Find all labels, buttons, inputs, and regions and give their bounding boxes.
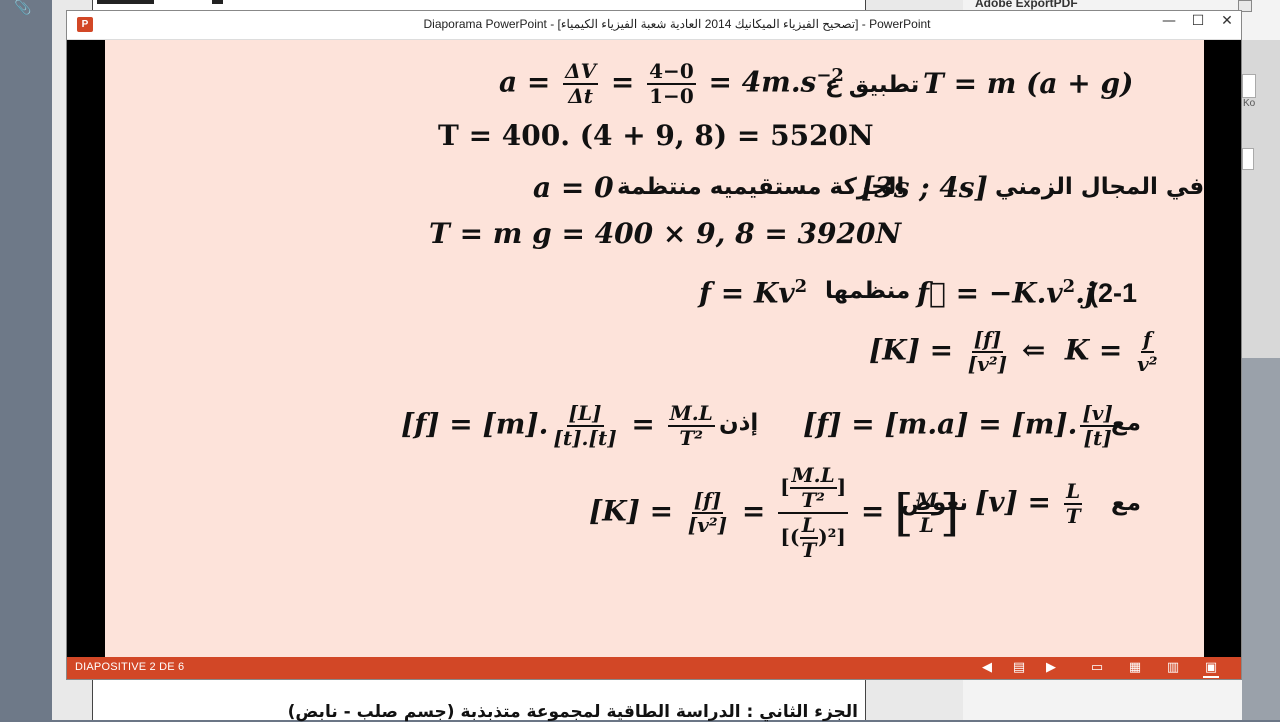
eq-acceleration: a = ΔV Δt = 4−0 1−0 = 4m.s−2 (499, 59, 844, 108)
then-label: إذن (719, 410, 759, 436)
var-a: a (499, 65, 518, 99)
question-number: (2-1 (1089, 278, 1138, 308)
uniform-motion-label: الحركة مستقيميه منتظمة (617, 174, 905, 200)
eq-friction-magnitude: f = Kv2 (699, 276, 808, 310)
eq-friction-vector: f⃗ = −K.v2.j (917, 276, 1096, 310)
eq-force-dimension: [f] = [m.a] = [m]. [v] [t] (803, 401, 1115, 450)
accel-result: 4m.s (741, 65, 817, 99)
side-panel-title[interactable]: Adobe ExportPDF (975, 0, 1078, 10)
side-panel-field-2[interactable] (1242, 148, 1254, 170)
side-panel-dark-area (1242, 358, 1280, 720)
magnitude-label: منظمها (825, 278, 911, 304)
title-bar[interactable]: P Diaporama PowerPoint - [تصحيح الفيزياء… (67, 11, 1241, 40)
window-title: Diaporama PowerPoint - [تصحيح الفيزياء ا… (423, 17, 931, 31)
implies-arrow: ⇐ (1021, 333, 1046, 367)
slide-canvas[interactable]: a = ΔV Δt = 4−0 1−0 = 4m.s−2 تطبيق ع T = m… (105, 40, 1204, 657)
letterbox-right (1204, 40, 1241, 657)
with-label-2: مع (1111, 490, 1141, 516)
minimize-button[interactable]: — (1155, 13, 1183, 35)
slide-counter: DIAPOSITIVE 2 DE 6 (75, 661, 185, 673)
slideshow-status-bar: DIAPOSITIVE 2 DE 6 ◀ ▤ ▶ ▭ ▦ ▥ ▣ (67, 657, 1241, 679)
eq-velocity-dimension: [v] = LT (975, 479, 1083, 528)
side-panel-fragment: Ko (1243, 98, 1256, 109)
normal-view-icon[interactable]: ▭ (1089, 660, 1105, 676)
fraction-values: 4−0 1−0 (647, 59, 696, 108)
eq-k-final: [K] = [f] [v²] = [M.L T²] [(L T)²] = [M L] (589, 463, 960, 562)
eq-tension-formula: T = m (a + g) (923, 67, 1134, 100)
slide-sorter-icon[interactable]: ▦ (1127, 660, 1143, 676)
document-heading-text: الجزء الثاني : الدراسة الطاقية لمجموعة م… (287, 702, 858, 722)
eq-tension-static: T = m g = 400 × 9, 8 = 3920N (429, 217, 902, 250)
side-panel-field[interactable] (1242, 74, 1256, 98)
close-button[interactable]: ✕ (1213, 13, 1241, 35)
maximize-button[interactable]: ☐ (1184, 13, 1212, 35)
eq-dimension-k: [K] = [f] [v²] ⇐ K = f v² (869, 327, 1158, 376)
slide-menu-icon[interactable]: ▤ (1011, 660, 1027, 676)
slideshow-view-icon[interactable]: ▣ (1203, 660, 1219, 678)
letterbox-left (67, 40, 105, 657)
next-slide-icon[interactable]: ▶ (1043, 660, 1059, 676)
paperclip-icon: 📎 (14, 0, 32, 16)
powerpoint-app-icon[interactable]: P (77, 17, 93, 32)
eq-tension-value: T = 400. (4 + 9, 8) = 5520N (438, 119, 874, 152)
document-top-mark-gap (154, 0, 212, 4)
apply-label: تطبيق ع (825, 72, 920, 98)
previous-slide-icon[interactable]: ◀ (979, 660, 995, 676)
slideshow-window: P Diaporama PowerPoint - [تصحيح الفيزياء… (66, 10, 1242, 680)
eq-force-result: [f] = [m]. [L] [t].[t] = M.L T² (401, 401, 715, 450)
fraction-dv-dt: ΔV Δt (563, 59, 599, 108)
reading-view-icon[interactable]: ▥ (1165, 660, 1181, 676)
acceleration-zero: a = 0 (533, 171, 614, 204)
interval-label: في المجال الزمني (995, 174, 1204, 200)
